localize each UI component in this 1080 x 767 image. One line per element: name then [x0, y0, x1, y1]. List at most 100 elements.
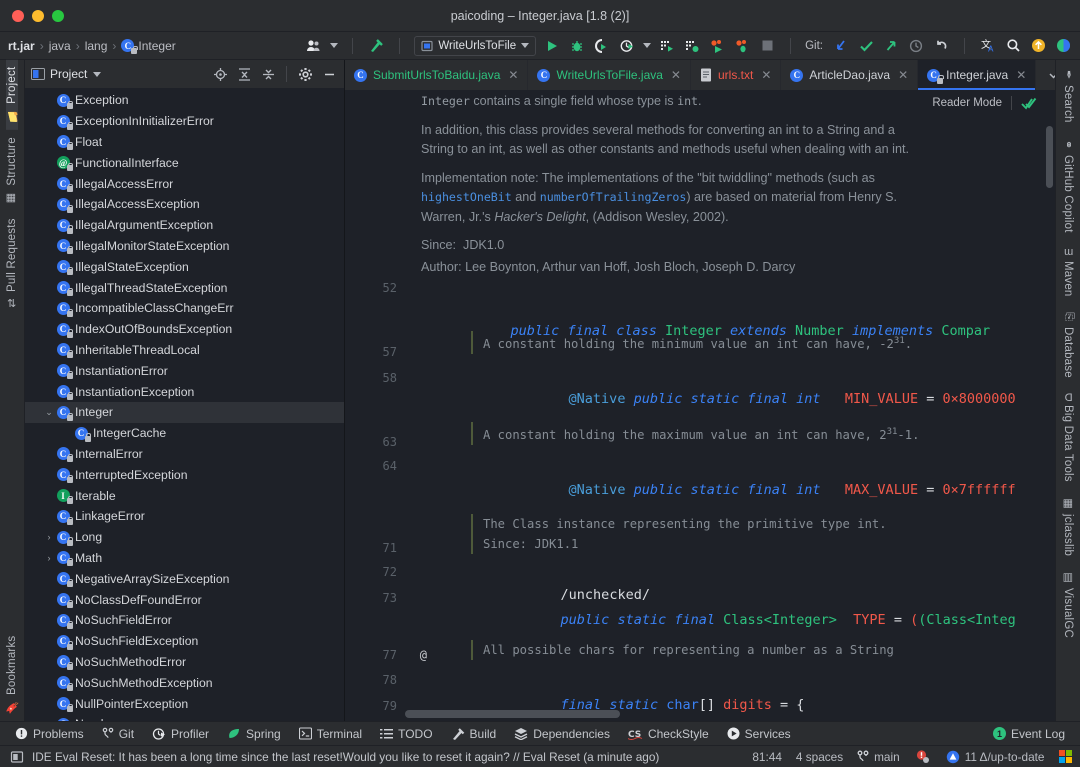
sidebar-item-database[interactable]: ⎘ Database — [1062, 304, 1074, 385]
tree-node[interactable]: C InternalError — [25, 444, 344, 465]
translate-icon[interactable]: 文A — [979, 37, 997, 55]
tree-node[interactable]: C NullPointerException — [25, 693, 344, 714]
run-config-chevron-down-icon[interactable] — [521, 43, 530, 48]
tool-window-git[interactable]: Git — [93, 727, 143, 741]
tree-node[interactable]: C IllegalThreadStateException — [25, 277, 344, 298]
tool-window-services[interactable]: Services — [718, 727, 800, 741]
sidebar-item-jclasslib[interactable]: ▦ jclasslib — [1061, 489, 1074, 563]
memory-indicator-icon[interactable] — [914, 748, 932, 766]
debug-icon[interactable] — [568, 37, 586, 55]
close-tab-icon[interactable]: ✕ — [898, 68, 908, 82]
profiler-run-icon[interactable] — [618, 37, 636, 55]
editor-horizontal-scrollbar-track[interactable] — [405, 710, 1045, 718]
tree-node[interactable]: C NoSuchMethodException — [25, 672, 344, 693]
close-tab-icon[interactable]: ✕ — [1016, 68, 1026, 82]
sidebar-item-project[interactable]: 📁 Project — [5, 60, 19, 130]
tree-node-toggle[interactable]: ⌄ — [43, 407, 55, 418]
tree-node[interactable]: C NoSuchMethodError — [25, 652, 344, 673]
tree-node[interactable]: C IllegalAccessError — [25, 173, 344, 194]
project-tree[interactable]: C Exception C ExceptionInInitializerError C F… — [25, 88, 344, 721]
tree-node[interactable]: C IllegalMonitorStateException — [25, 236, 344, 257]
status-widget-icon[interactable] — [8, 748, 26, 766]
tool-window-spring[interactable]: Spring — [218, 727, 290, 741]
tool-window-dependencies[interactable]: Dependencies — [505, 727, 619, 741]
breadcrumb-item-integer[interactable]: C Integer — [121, 39, 176, 54]
tree-node[interactable]: C NoSuchFieldError — [25, 610, 344, 631]
tool-window-profiler[interactable]: Profiler — [143, 727, 218, 741]
collapse-all-icon[interactable] — [259, 65, 277, 83]
caret-position[interactable]: 81:44 — [752, 750, 782, 764]
settings-gear-icon[interactable] — [296, 65, 314, 83]
editor-gutter[interactable]: 52 57 58 63 64 71 72 73 77 78 79 @ — [345, 90, 427, 721]
breadcrumb-item-lang[interactable]: lang — [85, 39, 108, 53]
windows-logo-icon[interactable] — [1058, 749, 1072, 764]
editor-code[interactable]: Integer contains a single field whose ty… — [405, 90, 1055, 721]
run-tests-icon[interactable] — [658, 37, 676, 55]
tree-node[interactable]: C IndexOutOfBoundsException — [25, 319, 344, 340]
git-rollback-icon[interactable] — [932, 37, 950, 55]
maximize-window-button[interactable] — [52, 9, 64, 22]
tree-node[interactable]: C InheritableThreadLocal — [25, 340, 344, 361]
status-message[interactable]: IDE Eval Reset: It has been a long time … — [32, 750, 659, 764]
tree-node[interactable]: C IllegalStateException — [25, 256, 344, 277]
tree-node[interactable]: › C Math — [25, 548, 344, 569]
javadoc-link-numberoftrailingzeros[interactable]: numberOfTrailingZeros — [540, 190, 687, 204]
reader-mode-indicator[interactable]: Reader Mode — [924, 94, 1041, 112]
git-history-icon[interactable] — [907, 37, 925, 55]
tree-node[interactable]: C IllegalArgumentException — [25, 215, 344, 236]
tree-node[interactable]: I Iterable — [25, 485, 344, 506]
tree-node[interactable]: C InstantiationError — [25, 360, 344, 381]
vcs-status-widget[interactable]: 11 Δ/up-to-date — [946, 750, 1045, 764]
tree-node[interactable]: C ExceptionInInitializerError — [25, 111, 344, 132]
editor-viewport[interactable]: Reader Mode 52 57 58 63 64 71 72 73 77 78 79 @ Inte… — [345, 90, 1055, 721]
project-panel-title[interactable]: Project — [31, 67, 87, 81]
search-everywhere-icon[interactable] — [1004, 37, 1022, 55]
ai-assistant-icon[interactable] — [1054, 37, 1072, 55]
sidebar-item-pull-requests[interactable]: ⇅ Pull Requests — [6, 211, 18, 313]
editor-vertical-scrollbar[interactable] — [1046, 126, 1053, 188]
run-icon[interactable] — [543, 37, 561, 55]
window-controls[interactable] — [0, 9, 64, 22]
close-window-button[interactable] — [12, 9, 24, 22]
user-switch-chevron-down-icon[interactable] — [330, 43, 339, 48]
sidebar-item-github-copilot[interactable]: ⚭ GitHub Copilot — [1061, 130, 1074, 240]
editor-tab[interactable]: urls.txt ✕ — [691, 60, 782, 90]
hide-panel-icon[interactable] — [320, 65, 338, 83]
git-push-icon[interactable] — [882, 37, 900, 55]
locate-icon[interactable] — [211, 65, 229, 83]
tree-node[interactable]: C NegativeArraySizeException — [25, 568, 344, 589]
close-tab-icon[interactable]: ✕ — [508, 68, 518, 82]
tree-node-toggle[interactable]: › — [43, 553, 55, 563]
javadoc-link-highestonebit[interactable]: highestOneBit — [421, 190, 512, 204]
tool-window-terminal[interactable]: Terminal — [290, 727, 371, 741]
tree-node[interactable]: ⌄ C Integer — [25, 401, 344, 423]
git-commit-icon[interactable] — [857, 37, 875, 55]
git-update-project-icon[interactable] — [832, 37, 850, 55]
tree-node[interactable]: C InstantiationException — [25, 381, 344, 402]
tree-node[interactable]: @ FunctionalInterface — [25, 152, 344, 173]
editor-tab[interactable]: C WriteUrlsToFile.java ✕ — [528, 60, 691, 90]
sidebar-item-big-data-tools[interactable]: D Big Data Tools — [1062, 385, 1074, 489]
sidebar-item-search[interactable]: ✒ Search — [1061, 60, 1074, 130]
tree-node[interactable]: C IncompatibleClassChangeErr — [25, 298, 344, 319]
tool-window-todo[interactable]: TODO — [371, 727, 441, 741]
tree-node[interactable]: C Exception — [25, 90, 344, 111]
tree-node[interactable]: › C Long — [25, 527, 344, 548]
git-branch-widget[interactable]: main — [857, 750, 900, 764]
minimize-window-button[interactable] — [32, 9, 44, 22]
tool-window-event-log[interactable]: 1 Event Log — [984, 727, 1074, 741]
sidebar-item-bookmarks[interactable]: 🔖 Bookmarks — [5, 629, 19, 721]
expand-all-icon[interactable] — [235, 65, 253, 83]
editor-tab[interactable]: C Integer.java ✕ — [918, 60, 1037, 90]
tree-node[interactable]: C Float — [25, 132, 344, 153]
profiler-chevron-down-icon[interactable] — [643, 43, 652, 48]
tree-node[interactable]: C IntegerCache — [25, 423, 344, 444]
editor-tab[interactable]: C SubmitUrlsToBaidu.java ✕ — [345, 60, 529, 90]
tree-node[interactable]: C Number — [25, 714, 344, 721]
run-dirty-icon[interactable] — [708, 37, 726, 55]
stop-icon[interactable] — [758, 37, 776, 55]
close-tab-icon[interactable]: ✕ — [671, 68, 681, 82]
editor-horizontal-scrollbar[interactable] — [405, 710, 620, 718]
tool-window-problems[interactable]: Problems — [6, 727, 93, 741]
sidebar-item-visualgc[interactable]: ▤ VisualGC — [1061, 563, 1074, 645]
